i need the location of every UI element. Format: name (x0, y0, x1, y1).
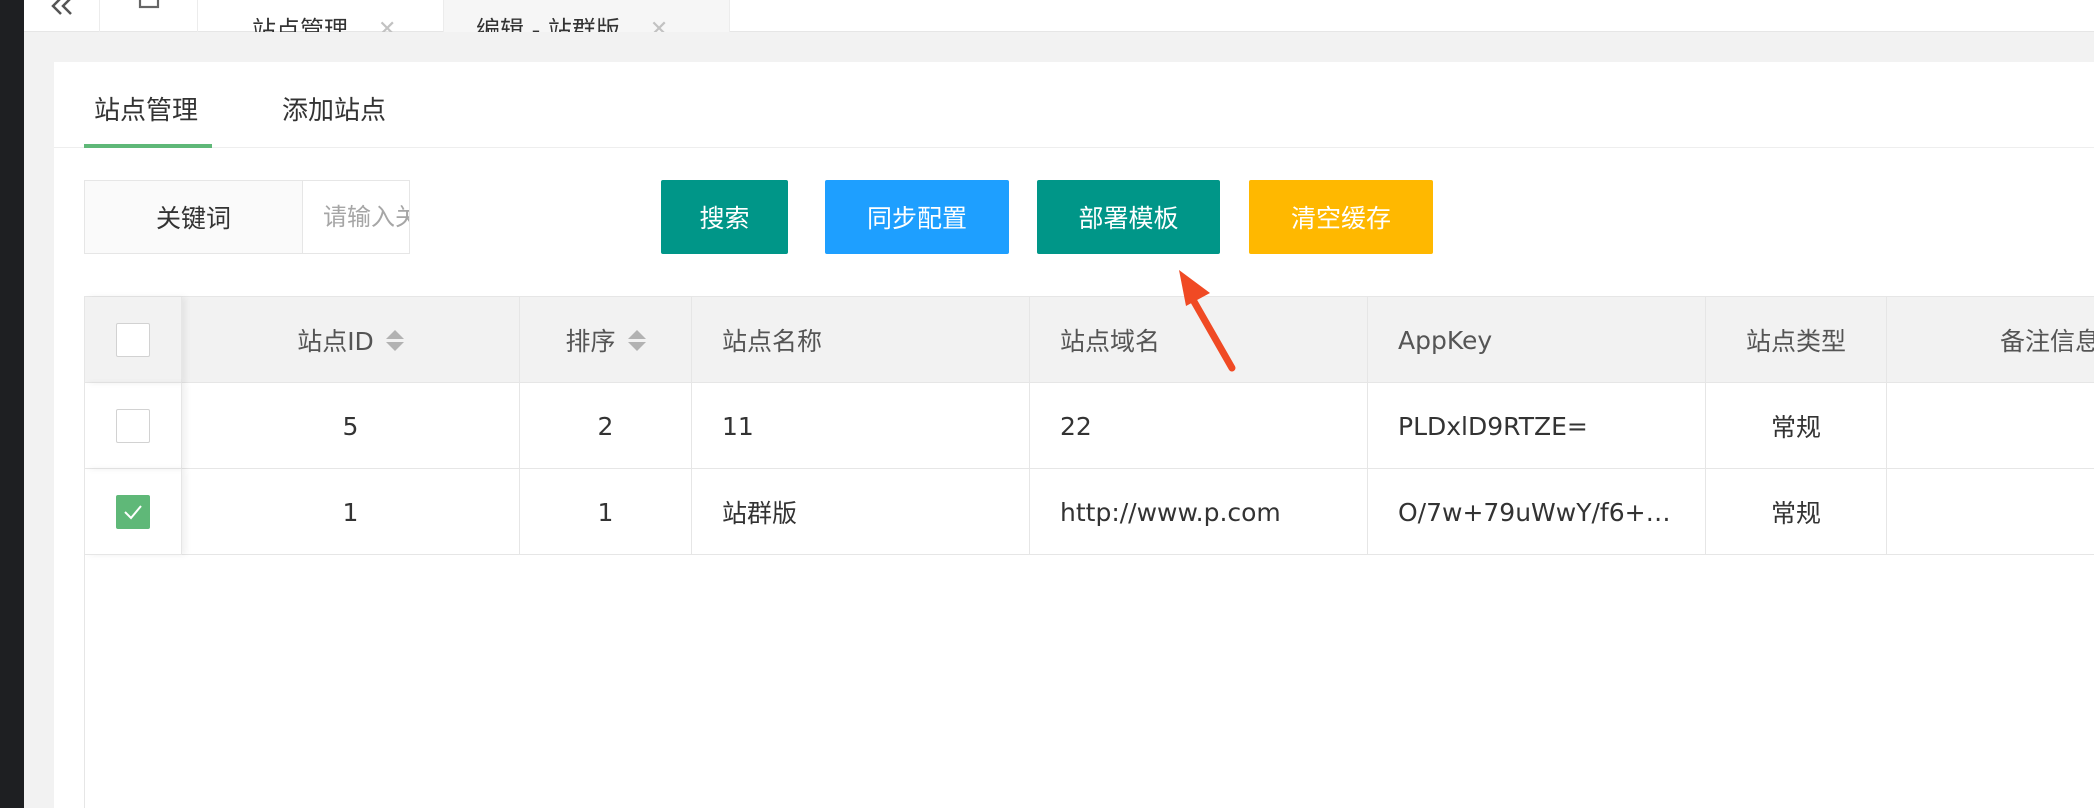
row-checkbox[interactable] (116, 409, 150, 443)
clear-cache-button[interactable]: 清空缓存 (1249, 180, 1433, 254)
cell-appkey: PLDxlD9RTZE= (1368, 383, 1706, 469)
active-tab-indicator (84, 144, 212, 148)
table-row[interactable]: 1 1 站群版 http://www.p.com O/7w+79uWwY/f6+… (85, 469, 2094, 555)
keyword-label: 关键词 (85, 181, 303, 253)
cell-site-id: 1 (182, 469, 520, 555)
tab-add-site[interactable]: 添加站点 (282, 90, 386, 127)
header-sort[interactable]: 排序 (520, 297, 692, 383)
sort-icon[interactable] (627, 329, 646, 351)
cell-site-domain: 22 (1030, 383, 1368, 469)
page-tab-label: 编辑 - 站群版 (476, 16, 620, 32)
page-tab-bar: 站点管理 ✕ 编辑 - 站群版 ✕ (24, 0, 2094, 32)
back-button[interactable] (24, 0, 100, 32)
header-checkbox-cell (85, 297, 182, 383)
appkey-text: O/7w+79uWwY/f6+… (1398, 497, 1671, 527)
header-remark: 备注信息 (2000, 327, 2094, 356)
cell-site-type: 常规 (1706, 383, 1887, 469)
keyword-input[interactable] (303, 181, 409, 253)
page-tab-site-manage[interactable]: 站点管理 ✕ (198, 0, 444, 32)
cell-sort: 1 (520, 469, 692, 555)
close-icon[interactable]: ✕ (378, 17, 396, 32)
search-button[interactable]: 搜索 (661, 180, 788, 254)
cell-sort: 2 (520, 383, 692, 469)
appkey-text: PLDxlD9RTZE= (1398, 411, 1588, 441)
header-site-id[interactable]: 站点ID (182, 297, 520, 383)
cell-appkey: O/7w+79uWwY/f6+… (1368, 469, 1706, 555)
row-checkbox-cell (85, 383, 182, 469)
sync-config-button[interactable]: 同步配置 (825, 180, 1009, 254)
close-icon[interactable]: ✕ (650, 17, 668, 32)
double-chevron-left-icon (50, 0, 72, 15)
keyword-search-group: 关键词 (84, 180, 410, 254)
header-site-type: 站点类型 (1706, 297, 1887, 383)
header-site-name: 站点名称 (692, 297, 1030, 383)
header-label: 排序 (565, 327, 616, 356)
home-tab[interactable] (100, 0, 198, 32)
table-row[interactable]: 5 2 11 22 PLDxlD9RTZE= 常规 (85, 383, 2094, 469)
select-all-checkbox[interactable] (116, 323, 150, 357)
sub-tab-bar: 站点管理 添加站点 (54, 62, 2094, 148)
cell-site-name: 站群版 (692, 469, 1030, 555)
cell-site-type: 常规 (1706, 469, 1887, 555)
main-card: 站点管理 添加站点 关键词 搜索 同步配置 部署模板 清空缓存 站点ID 排序 (54, 62, 2094, 808)
row-checkbox-cell (85, 469, 182, 555)
cell-remark (1887, 383, 2094, 469)
sites-table: 站点ID 排序 站点名称 站点域名 AppKey 站点类型 备注信息 5 2 1… (84, 296, 2094, 808)
row-checkbox[interactable] (116, 495, 150, 529)
page-tab-label: 站点管理 (252, 16, 348, 32)
page-tab-edit[interactable]: 编辑 - 站群版 ✕ (444, 0, 730, 32)
deploy-template-button[interactable]: 部署模板 (1037, 180, 1220, 254)
table-header-row: 站点ID 排序 站点名称 站点域名 AppKey 站点类型 备注信息 (85, 297, 2094, 383)
checkmark-icon (124, 505, 142, 520)
home-icon (138, 0, 159, 9)
header-appkey: AppKey (1368, 297, 1706, 383)
cell-site-id: 5 (182, 383, 520, 469)
cell-remark (1887, 469, 2094, 555)
header-site-domain: 站点域名 (1030, 297, 1368, 383)
tab-site-manage[interactable]: 站点管理 (94, 90, 198, 127)
cell-site-domain: http://www.p.com (1030, 469, 1368, 555)
cell-site-name: 11 (692, 383, 1030, 469)
header-label: 站点ID (297, 327, 374, 356)
app-window: 站点管理 ✕ 编辑 - 站群版 ✕ 站点管理 添加站点 关键词 搜索 同步配置 … (24, 0, 2094, 808)
sort-icon[interactable] (385, 329, 404, 351)
